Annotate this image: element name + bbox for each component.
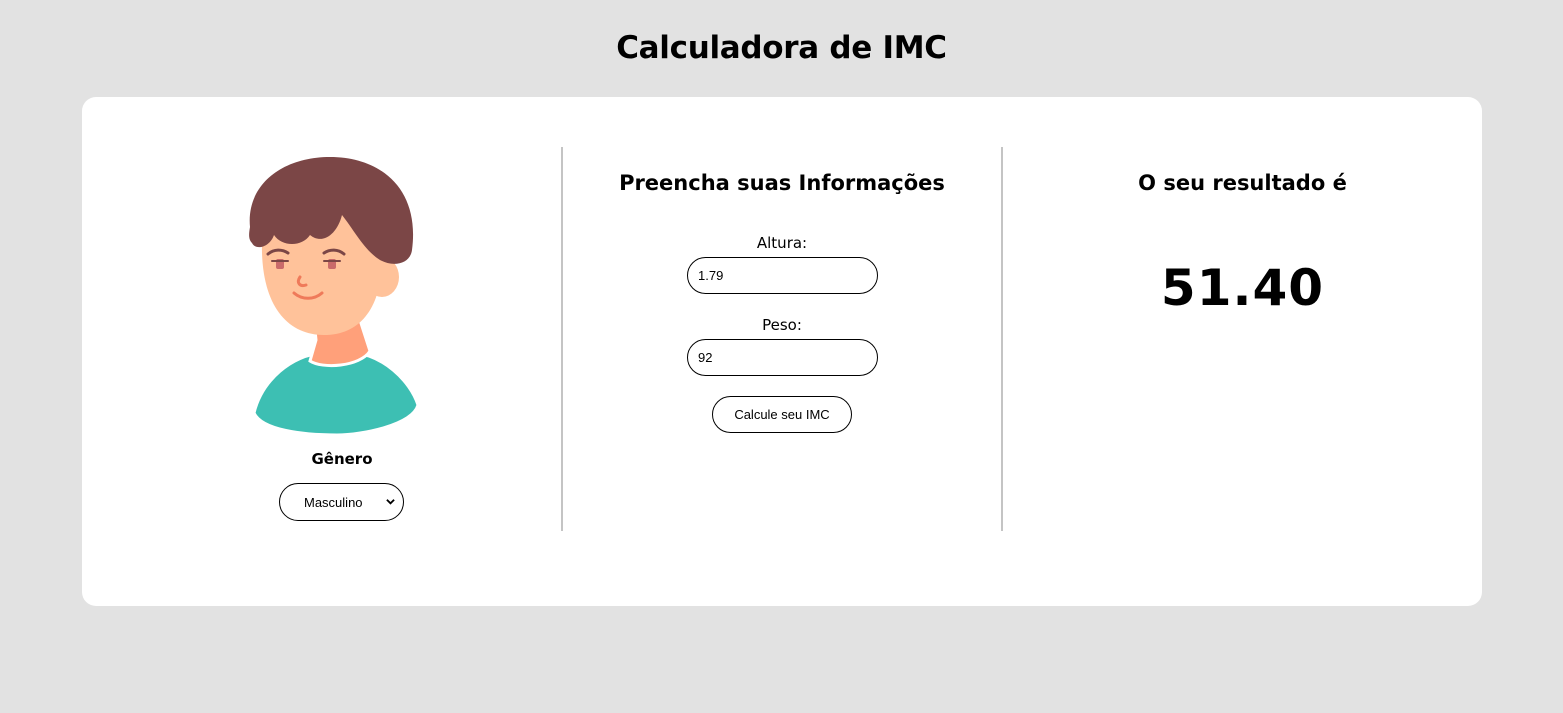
height-input[interactable] — [687, 257, 878, 294]
chevron-down-icon — [386, 499, 395, 505]
weight-input[interactable] — [687, 339, 878, 376]
bmi-result-value: 51.40 — [1160, 259, 1325, 317]
boy-avatar-icon — [249, 157, 420, 437]
height-label: Altura: — [756, 234, 808, 252]
calculate-bmi-button[interactable]: Calcule seu IMC — [712, 396, 852, 433]
page-title: Calculadora de IMC — [616, 30, 947, 66]
weight-label: Peso: — [762, 316, 802, 334]
result-title: O seu resultado é — [1138, 171, 1347, 195]
gender-panel: Gênero Masculino — [82, 97, 562, 606]
gender-label: Gênero — [311, 450, 373, 468]
gender-select-value: Masculino — [304, 494, 363, 510]
calculator-card: Gênero Masculino Preencha suas Informaçõ… — [82, 97, 1482, 606]
info-panel: Preencha suas Informações Altura: Peso: … — [563, 97, 1001, 606]
gender-select[interactable]: Masculino — [279, 483, 404, 521]
info-panel-title: Preencha suas Informações — [619, 171, 945, 195]
result-panel: O seu resultado é 51.40 — [1003, 97, 1482, 606]
